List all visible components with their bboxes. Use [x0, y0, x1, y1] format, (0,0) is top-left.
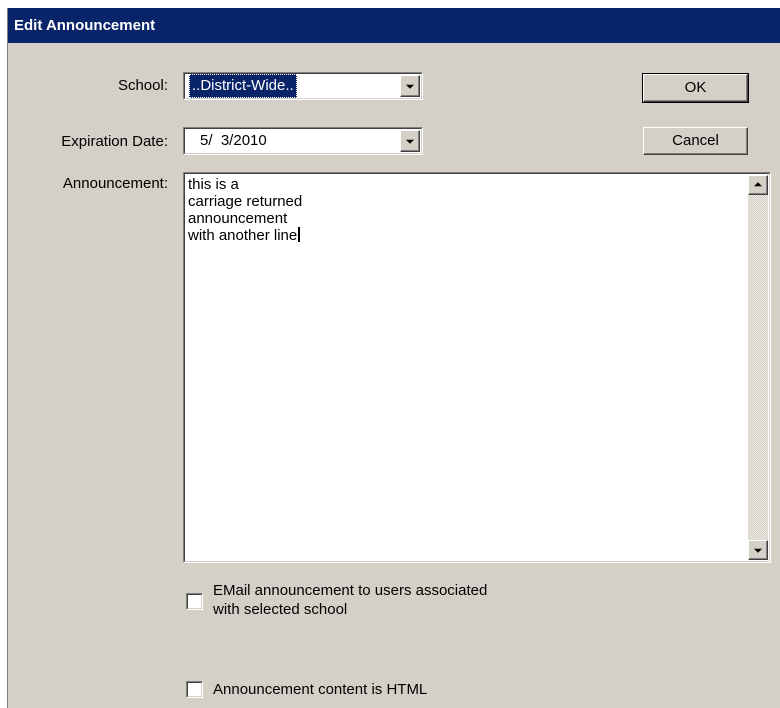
- scroll-up-icon: [754, 182, 762, 187]
- scroll-down-button[interactable]: [748, 540, 768, 560]
- html-checkbox[interactable]: [186, 681, 203, 698]
- school-dropdown-button[interactable]: [400, 75, 420, 97]
- school-label: School:: [117, 77, 168, 94]
- expiration-date-value[interactable]: 5/ 3/2010: [200, 129, 267, 153]
- announcement-text: this is a carriage returned announcement…: [188, 176, 303, 244]
- html-checkbox-label[interactable]: Announcement content is HTML: [213, 680, 427, 699]
- dialog-title: Edit Announcement: [8, 8, 780, 43]
- school-select-value: ..District-Wide..: [189, 74, 297, 98]
- school-select[interactable]: ..District-Wide..: [183, 72, 423, 100]
- text-caret: [298, 227, 301, 242]
- chevron-down-icon: [406, 84, 414, 89]
- vertical-scrollbar[interactable]: [748, 175, 768, 560]
- scroll-up-button[interactable]: [748, 175, 768, 195]
- edit-announcement-dialog: Edit Announcement School: ..District-Wid…: [7, 8, 780, 708]
- expiration-date-label: Expiration Date:: [61, 133, 168, 150]
- scroll-down-icon: [754, 548, 762, 553]
- expiration-date-picker[interactable]: 5/ 3/2010: [183, 127, 423, 155]
- announcement-text-container[interactable]: this is a carriage returned announcement…: [188, 176, 746, 559]
- email-checkbox[interactable]: [186, 593, 203, 610]
- chevron-down-icon: [406, 139, 414, 144]
- email-checkbox-label[interactable]: EMail announcement to users associated w…: [213, 581, 487, 619]
- announcement-textarea[interactable]: this is a carriage returned announcement…: [183, 172, 771, 563]
- cancel-button[interactable]: Cancel: [643, 127, 748, 155]
- announcement-label: Announcement:: [62, 175, 168, 192]
- ok-button[interactable]: OK: [642, 73, 749, 103]
- expiration-dropdown-button[interactable]: [400, 130, 420, 152]
